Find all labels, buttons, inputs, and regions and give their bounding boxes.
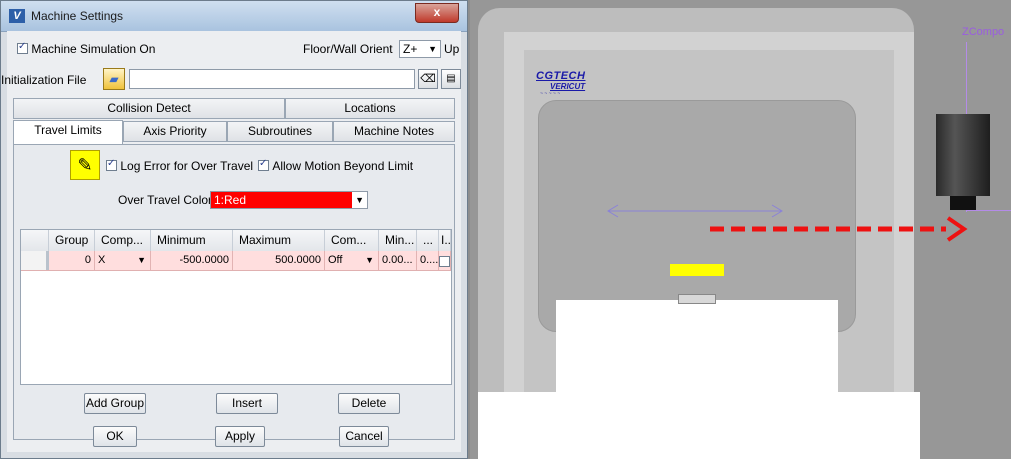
over-travel-color-value: 1:Red [214,193,247,207]
apply-button[interactable]: Apply [215,426,265,447]
tab-collision-detect[interactable]: Collision Detect [13,98,285,119]
cell-maximum[interactable]: 500.0000 [233,251,325,270]
settings-panel: Machine Simulation On Floor/Wall Orient … [1,31,461,452]
cell-minimum[interactable]: -500.0000 [151,251,233,270]
cell-min[interactable]: 0.00... [379,251,417,270]
allow-motion-label: Allow Motion Beyond Limit [272,158,414,173]
cell-group[interactable]: 0 [49,251,95,270]
machine-sim-checkbox-group[interactable]: Machine Simulation On [17,41,155,56]
cell-component-value: X [98,254,106,266]
machine-sim-label: Machine Simulation On [31,41,156,56]
col-maximum[interactable]: Maximum [233,230,325,251]
vericut-v-icon: V [9,9,25,23]
table-row[interactable]: 0 X ▼ -500.0000 500.0000 Off ▼ 0.00... 0… [21,251,451,271]
travel-limits-table[interactable]: Group Comp... Minimum Maximum Com... Min… [20,229,452,385]
log-error-group[interactable]: Log Error for Over Travel [106,158,253,173]
cell-component[interactable]: X ▼ [95,251,151,270]
cell-i[interactable] [439,251,451,270]
log-error-checkbox[interactable] [106,158,117,172]
delete-button[interactable]: Delete [338,393,400,414]
travel-limits-content: ✎ Log Error for Over Travel Allow Motion… [13,144,455,440]
open-folder-icon[interactable]: ▰ [103,68,125,90]
floor-wall-value: Z+ [403,42,418,56]
cell-com[interactable]: Off ▼ [325,251,379,270]
machine-settings-dialog: V Machine Settings x Machine Simulation … [0,0,468,459]
col-group[interactable]: Group [49,230,95,251]
chevron-down-icon: ▼ [428,44,437,54]
title-bar[interactable]: V Machine Settings x [1,1,467,32]
floor-wall-select[interactable]: Z+ ▼ [399,40,441,58]
simulation-viewport[interactable]: CGTECH VERICUT ~ ~ ~ ~ ~ ZCompo [470,0,1011,459]
ok-button[interactable]: OK [93,426,137,447]
tab-axis-priority[interactable]: Axis Priority [123,121,227,142]
col-extra[interactable]: ... [417,230,439,251]
chevron-down-icon: ▼ [365,255,374,265]
col-min[interactable]: Min... [379,230,417,251]
row-selector[interactable] [21,251,49,270]
machine-sim-checkbox[interactable] [17,41,28,55]
mouse-pick-icon[interactable]: ✎ [70,150,100,180]
col-i[interactable]: I... [439,230,451,251]
log-error-label: Log Error for Over Travel [120,158,254,173]
floor-wall-suffix: Up [444,42,460,56]
dialog-title: Machine Settings [31,9,124,23]
col-component[interactable]: Comp... [95,230,151,251]
tab-machine-notes[interactable]: Machine Notes [333,121,455,142]
row-selector-header [21,230,49,251]
table-header: Group Comp... Minimum Maximum Com... Min… [21,230,451,252]
cell-i-checkbox[interactable] [439,256,450,268]
over-travel-color-select[interactable]: 1:Red ▼ [210,191,368,209]
init-file-input[interactable] [129,69,415,89]
travel-range-double-arrow [607,204,783,218]
cancel-button[interactable]: Cancel [339,426,389,447]
chevron-down-icon: ▼ [352,192,367,208]
viewport-overlay [607,204,968,242]
clear-field-icon[interactable]: ⌫ [418,69,438,89]
col-minimum[interactable]: Minimum [151,230,233,251]
tab-locations[interactable]: Locations [285,98,455,119]
chevron-down-icon: ▼ [137,255,146,265]
cell-extra[interactable]: 0.... [417,251,439,270]
allow-motion-checkbox[interactable] [258,158,269,172]
cell-com-value: Off [328,254,343,266]
close-button[interactable]: x [415,3,459,23]
tab-subroutines[interactable]: Subroutines [227,121,333,142]
insert-button[interactable]: Insert [216,393,278,414]
add-group-button[interactable]: Add Group [84,393,146,414]
init-file-label: Initialization File [1,73,87,87]
allow-motion-group[interactable]: Allow Motion Beyond Limit [258,158,413,173]
nc-file-icon[interactable]: ▤ [441,69,461,89]
over-travel-color-label: Over Travel Color [118,193,213,207]
tab-travel-limits[interactable]: Travel Limits [13,120,123,144]
col-com[interactable]: Com... [325,230,379,251]
floor-wall-label: Floor/Wall Orient [303,42,393,56]
overtravel-arrow [710,216,968,242]
